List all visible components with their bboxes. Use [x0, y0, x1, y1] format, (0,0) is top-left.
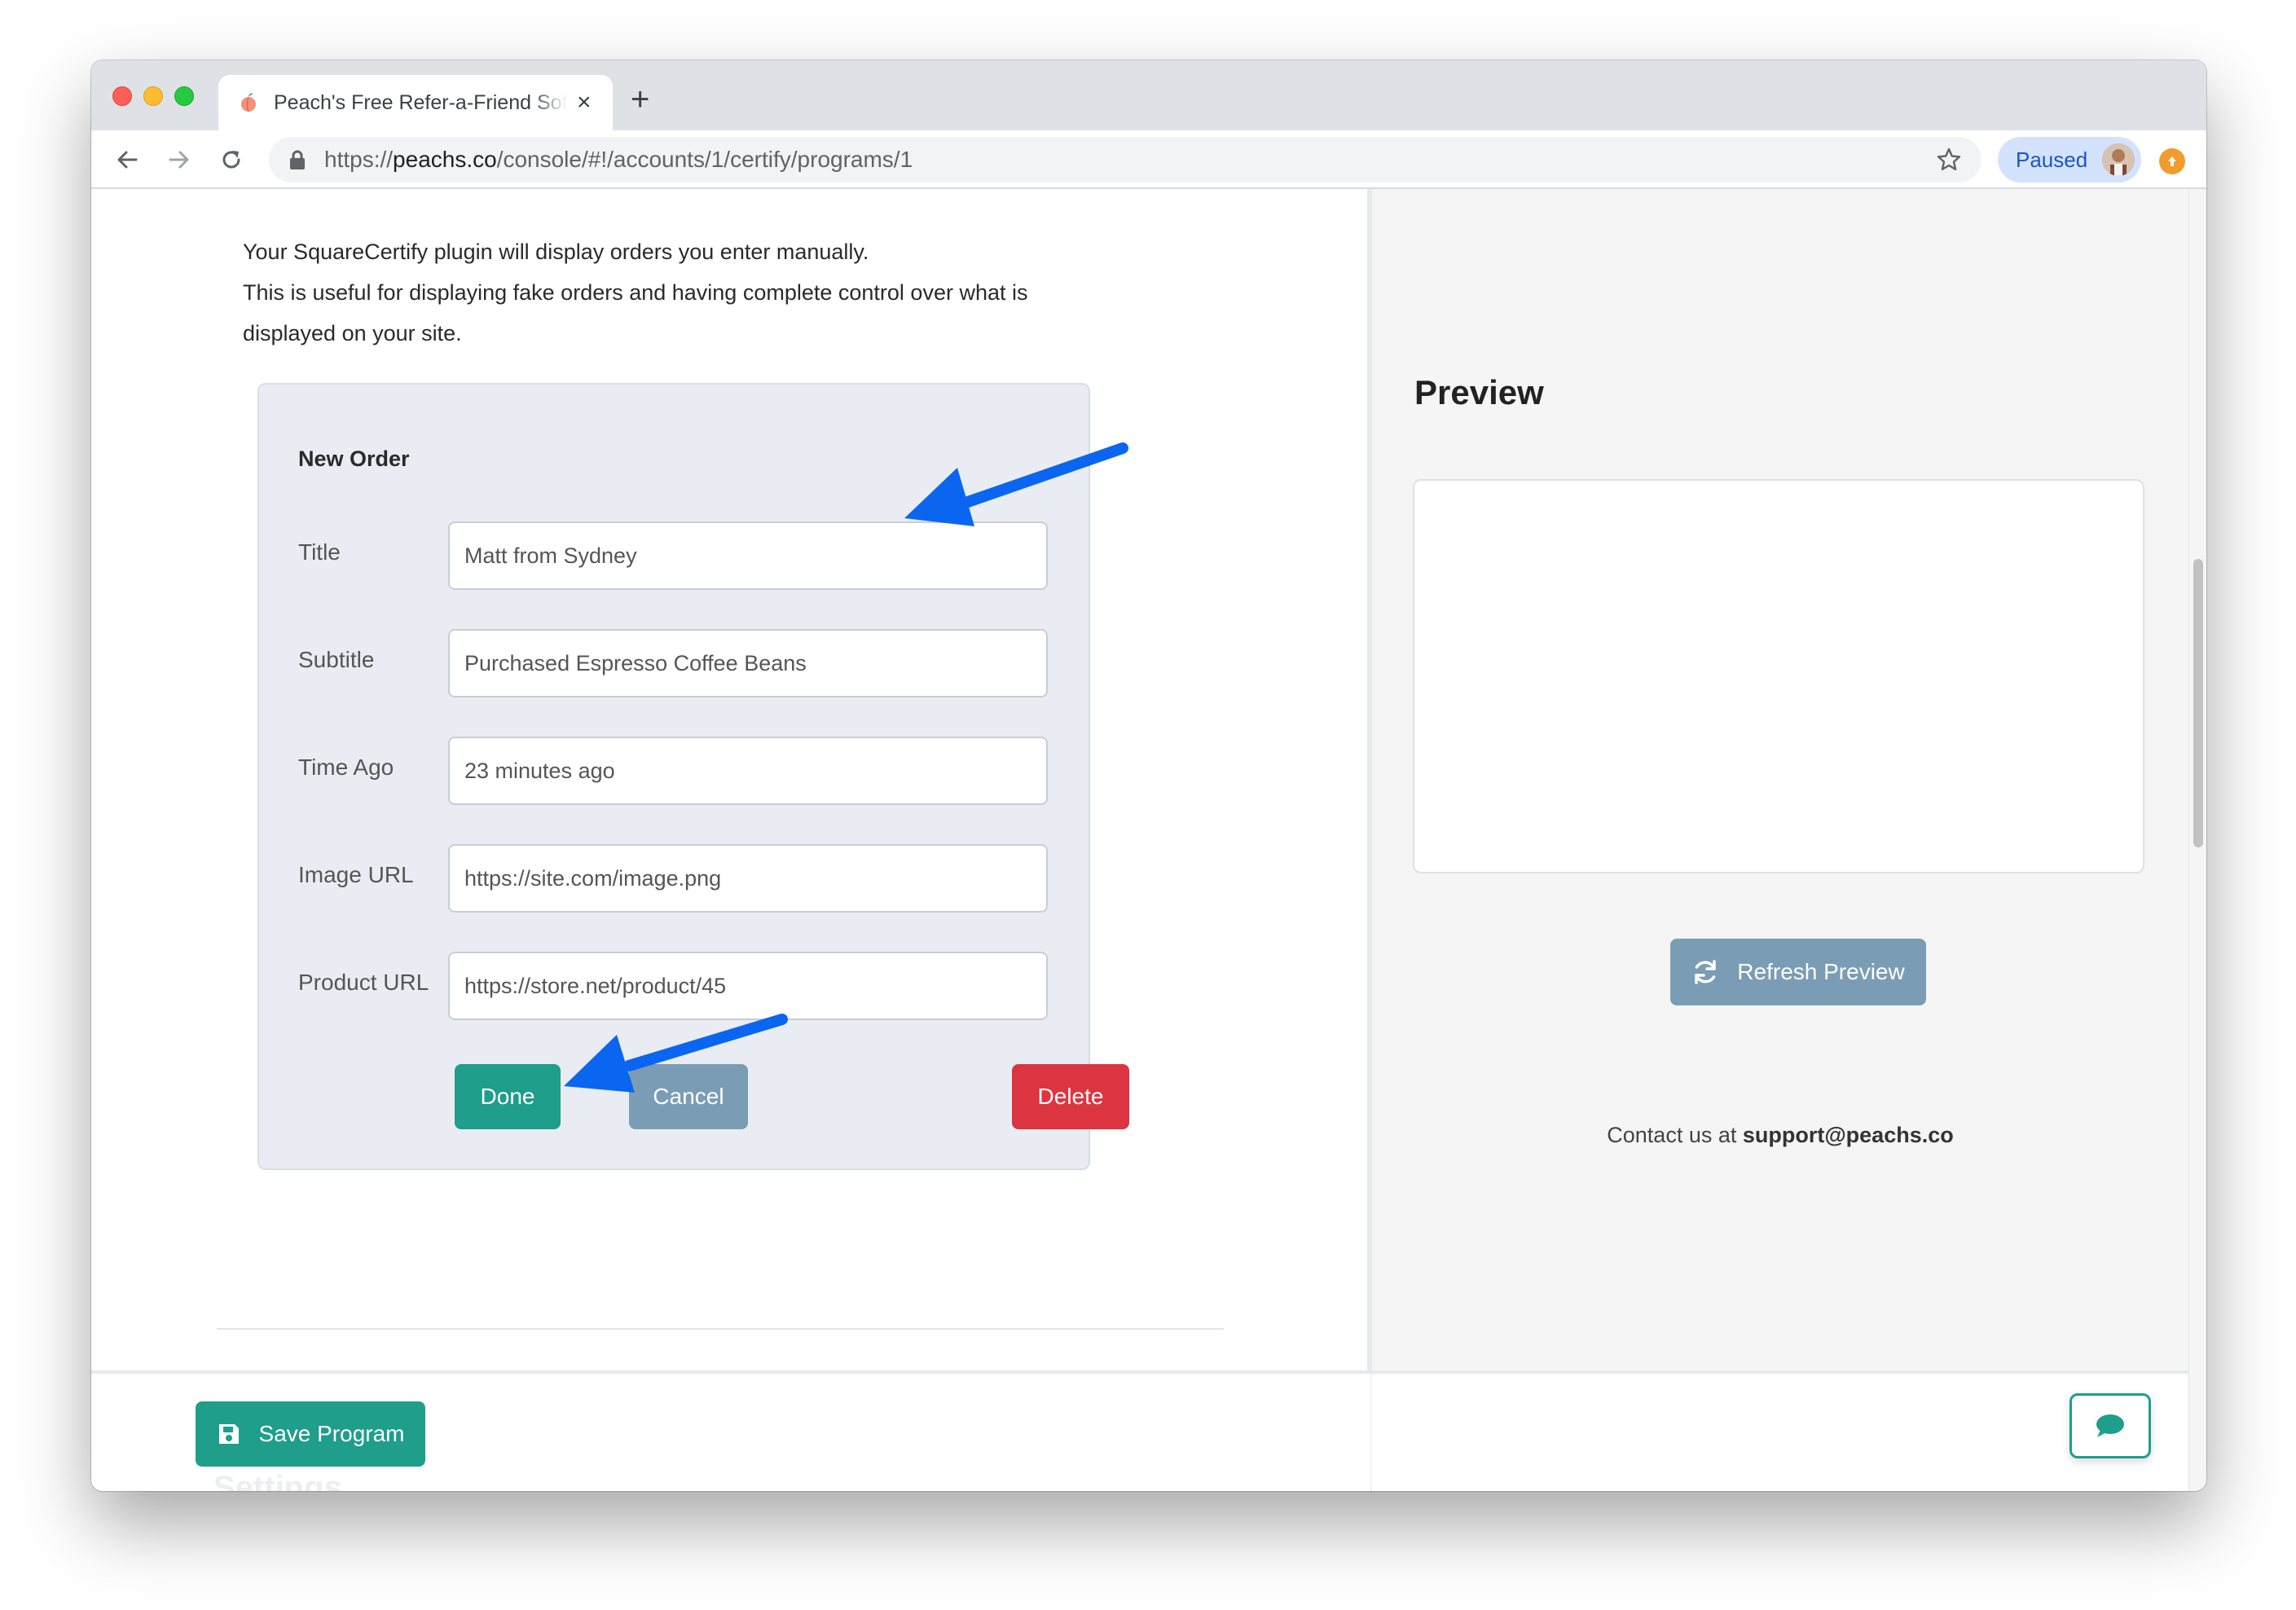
settings-heading: Settings	[213, 1470, 342, 1491]
browser-toolbar: https://peachs.co/console/#!/accounts/1/…	[91, 130, 2206, 189]
support-email-link[interactable]: support@peachs.co	[1743, 1123, 1954, 1147]
url-host: peachs.co	[393, 147, 497, 172]
tab-strip: Peach's Free Refer-a-Friend Software × +	[91, 60, 2206, 130]
subtitle-label: Subtitle	[298, 647, 375, 672]
editor-pane: Your SquareCertify plugin will display o…	[91, 189, 1367, 1370]
profile-status: Paused	[2016, 147, 2088, 172]
intro-line: Your SquareCertify plugin will display o…	[243, 240, 869, 264]
url-text: https://peachs.co/console/#!/accounts/1/…	[324, 147, 913, 173]
contact-text: Contact us at support@peachs.co	[1372, 1123, 2188, 1148]
refresh-preview-button[interactable]: Refresh Preview	[1670, 939, 1926, 1005]
image-url-input[interactable]	[448, 844, 1048, 913]
bookmark-star-icon[interactable]	[1936, 147, 1962, 173]
delete-button[interactable]: Delete	[1012, 1064, 1129, 1129]
close-tab-icon[interactable]: ×	[577, 90, 592, 115]
refresh-icon	[1695, 960, 1717, 984]
url-path: /console/#!/accounts/1/certify/programs/…	[496, 147, 913, 172]
floppy-disk-icon	[218, 1424, 239, 1444]
card-title: New Order	[298, 446, 410, 471]
product-url-label: Product URL	[298, 970, 429, 995]
peach-favicon-icon	[241, 93, 256, 112]
browser-tab[interactable]: Peach's Free Refer-a-Friend Software ×	[218, 75, 613, 130]
save-program-label: Save Program	[258, 1421, 405, 1446]
sticky-footer: Settings Save Program	[91, 1370, 2188, 1491]
back-arrow-icon[interactable]	[111, 143, 143, 176]
profile-button[interactable]: Paused	[1998, 137, 2141, 183]
page-content: Your SquareCertify plugin will display o…	[91, 189, 2206, 1491]
close-window-button[interactable]	[112, 86, 132, 106]
zoom-window-button[interactable]	[174, 86, 194, 106]
intro-line: displayed on your site.	[243, 321, 462, 345]
preview-frame	[1413, 479, 2144, 873]
address-bar[interactable]: https://peachs.co/console/#!/accounts/1/…	[269, 137, 1982, 183]
minimize-window-button[interactable]	[143, 86, 163, 106]
tab-title: Peach's Free Refer-a-Friend Software	[274, 90, 567, 114]
intro-text: Your SquareCertify plugin will display o…	[243, 231, 1139, 354]
new-tab-icon[interactable]: +	[631, 83, 649, 116]
scrollbar-thumb[interactable]	[2193, 559, 2203, 847]
refresh-preview-label: Refresh Preview	[1737, 959, 1905, 984]
page-scrollbar[interactable]	[2188, 189, 2206, 1491]
title-label: Title	[298, 539, 341, 565]
forward-arrow-icon[interactable]	[163, 143, 196, 176]
subtitle-input[interactable]	[448, 629, 1048, 697]
time-ago-label: Time Ago	[298, 754, 394, 780]
new-order-card: New Order Title Subtitle Time Ago Image …	[257, 383, 1129, 1170]
time-ago-input[interactable]	[448, 737, 1048, 805]
cancel-button[interactable]: Cancel	[629, 1064, 748, 1129]
extension-update-icon[interactable]	[2159, 148, 2185, 174]
avatar	[2102, 143, 2135, 176]
preview-pane: Preview Refresh Preview Contact us at su…	[1372, 189, 2188, 1370]
save-program-button[interactable]: Save Program	[196, 1401, 425, 1467]
chat-button[interactable]	[2069, 1393, 2151, 1458]
preview-title: Preview	[1414, 373, 1544, 411]
url-scheme: https://	[324, 147, 394, 172]
lock-icon	[290, 150, 305, 169]
chat-bubble-icon	[2096, 1414, 2124, 1437]
contact-prefix: Contact us at	[1607, 1123, 1743, 1147]
product-url-input[interactable]	[448, 952, 1048, 1020]
title-input[interactable]	[448, 521, 1048, 590]
footer-divider	[1370, 1374, 1372, 1491]
section-divider	[217, 1328, 1224, 1330]
browser-window: Peach's Free Refer-a-Friend Software × +…	[91, 60, 2206, 1491]
done-button[interactable]: Done	[455, 1064, 561, 1129]
intro-line: This is useful for displaying fake order…	[243, 280, 1028, 305]
image-url-label: Image URL	[298, 862, 414, 887]
reload-icon[interactable]	[215, 143, 248, 176]
